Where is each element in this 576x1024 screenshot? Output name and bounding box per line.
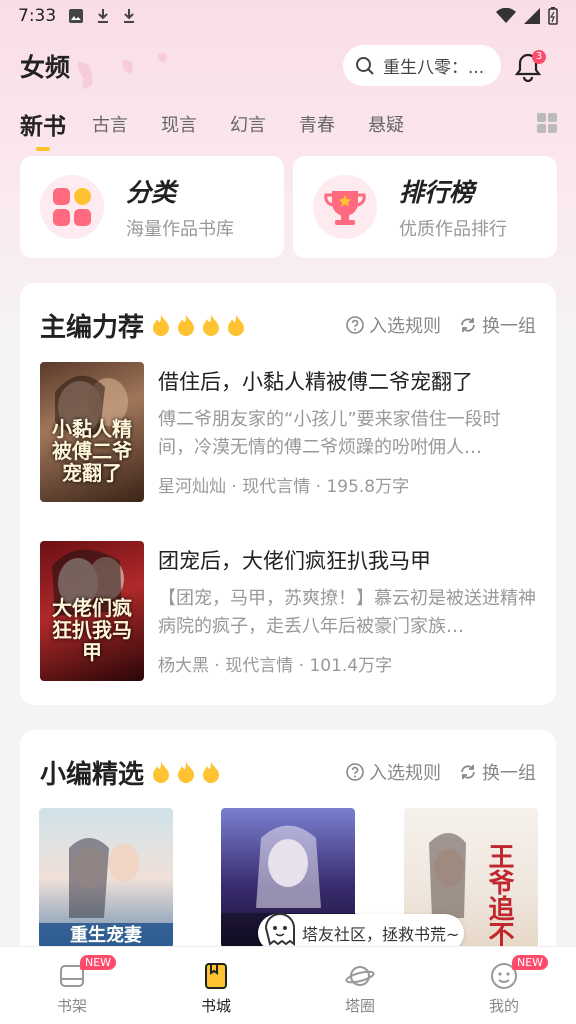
tab-youth[interactable]: 青春	[299, 111, 335, 137]
flame-icon	[178, 314, 195, 336]
bookstore-icon	[205, 963, 227, 989]
category-icon	[40, 175, 104, 239]
battery-icon	[548, 7, 558, 25]
flame-icon	[228, 314, 245, 336]
nav-label: 书架	[56, 997, 87, 1015]
pick-cover-title: 重生宠妻	[70, 924, 142, 946]
wifi-icon	[496, 8, 516, 23]
notification-badge: 3	[532, 50, 546, 64]
nav-bookshelf[interactable]: 书架 NEW	[0, 947, 144, 1024]
nav-bookstore[interactable]: 书城	[144, 947, 288, 1024]
refresh-label: 换一组	[482, 763, 536, 784]
book-title: 借住后，小黏人精被傅二爷宠翻了	[158, 370, 473, 394]
ghost-mascot-icon	[264, 913, 295, 946]
book-category: 现代言情	[225, 656, 294, 676]
flame-icon	[203, 761, 220, 783]
new-badge: NEW	[512, 955, 549, 970]
book-meta: 杨大黑 · 现代言情 · 101.4万字	[158, 656, 393, 676]
header: 女频 重生八零：... 3	[0, 40, 576, 92]
tab-fantasy[interactable]: 幻言	[230, 111, 266, 137]
book-description: 【团宠，马甲，苏爽撩！】慕云初是被送进精神病院的疯子，走丢八年后被豪门家族…	[158, 588, 536, 637]
flame-icon	[153, 314, 170, 336]
rules-link[interactable]: 入选规则	[346, 759, 441, 785]
pick-book-cover[interactable]: 重生宠妻	[39, 808, 173, 948]
tab-suspense[interactable]: 悬疑	[368, 111, 404, 137]
grid-icon[interactable]	[536, 112, 558, 134]
download-icon	[124, 9, 135, 23]
cover-title: 小黏人精被傅二爷宠翻了	[52, 417, 132, 485]
flame-icon	[178, 761, 195, 783]
status-time: 7:33	[18, 6, 57, 26]
category-subtitle: 海量作品书库	[126, 219, 234, 240]
search-input[interactable]: 重生八零：...	[343, 45, 501, 86]
cover-title: 大佬们疯狂扒我马甲	[52, 596, 132, 664]
book-description: 傅二爷朋友家的“小孩儿”要来家借住一段时间，冷漠无情的傅二爷烦躁的吩咐佣人…	[158, 409, 501, 458]
book-word-count: 101.4万字	[309, 656, 393, 676]
book-category: 现代言情	[242, 477, 311, 497]
nav-label: 我的	[488, 997, 519, 1015]
flame-rating	[150, 313, 247, 337]
flame-rating	[150, 760, 222, 784]
category-entry[interactable]: 分类 海量作品书库	[20, 156, 284, 258]
book-author: 星河灿灿	[158, 477, 226, 497]
featured-header: 主编力荐 入选规则 换一组	[40, 305, 536, 345]
bubble-text: 塔友社区，拯救书荒~	[302, 925, 460, 944]
refresh-button[interactable]: 换一组	[459, 312, 536, 338]
search-placeholder: 重生八零：...	[383, 58, 485, 78]
category-title: 分类	[126, 178, 177, 207]
notification-button[interactable]: 3	[514, 50, 546, 82]
download-icon	[98, 9, 109, 23]
category-tabs: 新书 古言 现言 幻言 青春 悬疑	[0, 102, 576, 151]
signal-icon	[524, 8, 540, 24]
book-word-count: 195.8万字	[326, 477, 410, 497]
book-item[interactable]: 小黏人精被傅二爷宠翻了 借住后，小黏人精被傅二爷宠翻了 傅二爷朋友家的“小孩儿”…	[40, 362, 536, 502]
ranking-entry[interactable]: 排行榜 优质作品排行	[293, 156, 557, 258]
refresh-icon	[461, 765, 475, 779]
search-icon	[356, 56, 374, 75]
planet-icon	[345, 966, 375, 986]
featured-section: 主编力荐 入选规则 换一组 小黏人精被傅二爷宠翻了 借住后，小黏人精被傅二爷宠翻…	[20, 283, 556, 705]
question-icon	[346, 763, 364, 781]
page-title: 女频	[20, 53, 71, 82]
book-meta: 星河灿灿 · 现代言情 · 195.8万字	[158, 477, 410, 497]
trophy-icon	[313, 175, 377, 239]
pick-cover-title: 王爷追不停	[484, 843, 514, 948]
refresh-label: 换一组	[482, 316, 536, 337]
question-icon	[346, 316, 364, 334]
book-cover: 大佬们疯狂扒我马甲	[40, 541, 144, 681]
ranking-title: 排行榜	[399, 178, 475, 207]
book-cover: 小黏人精被傅二爷宠翻了	[40, 362, 144, 502]
butterfly-icon	[77, 52, 167, 89]
ranking-subtitle: 优质作品排行	[399, 219, 507, 240]
status-bar: 7:33	[0, 0, 576, 32]
tab-ancient[interactable]: 古言	[92, 111, 128, 137]
refresh-icon	[461, 318, 475, 332]
nav-label: 书城	[200, 997, 231, 1015]
tab-new[interactable]: 新书	[20, 107, 66, 151]
rules-label: 入选规则	[369, 763, 441, 784]
flame-icon	[153, 761, 170, 783]
bottom-nav: 书架 NEW 书城 塔圈 我的 NEW	[0, 946, 576, 1024]
nav-label: 塔圈	[344, 997, 375, 1015]
editor-picks-header: 小编精选 入选规则 换一组	[40, 752, 536, 792]
section-title: 小编精选	[40, 759, 145, 790]
image-icon	[69, 9, 84, 23]
nav-profile[interactable]: 我的 NEW	[432, 947, 576, 1024]
book-author: 杨大黑	[158, 656, 209, 676]
rules-link[interactable]: 入选规则	[346, 312, 441, 338]
tab-modern[interactable]: 现言	[161, 111, 197, 137]
refresh-button[interactable]: 换一组	[459, 759, 536, 785]
rules-label: 入选规则	[369, 316, 441, 337]
book-title: 团宠后，大佬们疯狂扒我马甲	[158, 549, 431, 573]
section-title: 主编力荐	[40, 312, 145, 343]
nav-circle[interactable]: 塔圈	[288, 947, 432, 1024]
book-item[interactable]: 大佬们疯狂扒我马甲 团宠后，大佬们疯狂扒我马甲 【团宠，马甲，苏爽撩！】慕云初是…	[40, 541, 536, 681]
new-badge: NEW	[80, 955, 117, 970]
flame-icon	[203, 314, 220, 336]
